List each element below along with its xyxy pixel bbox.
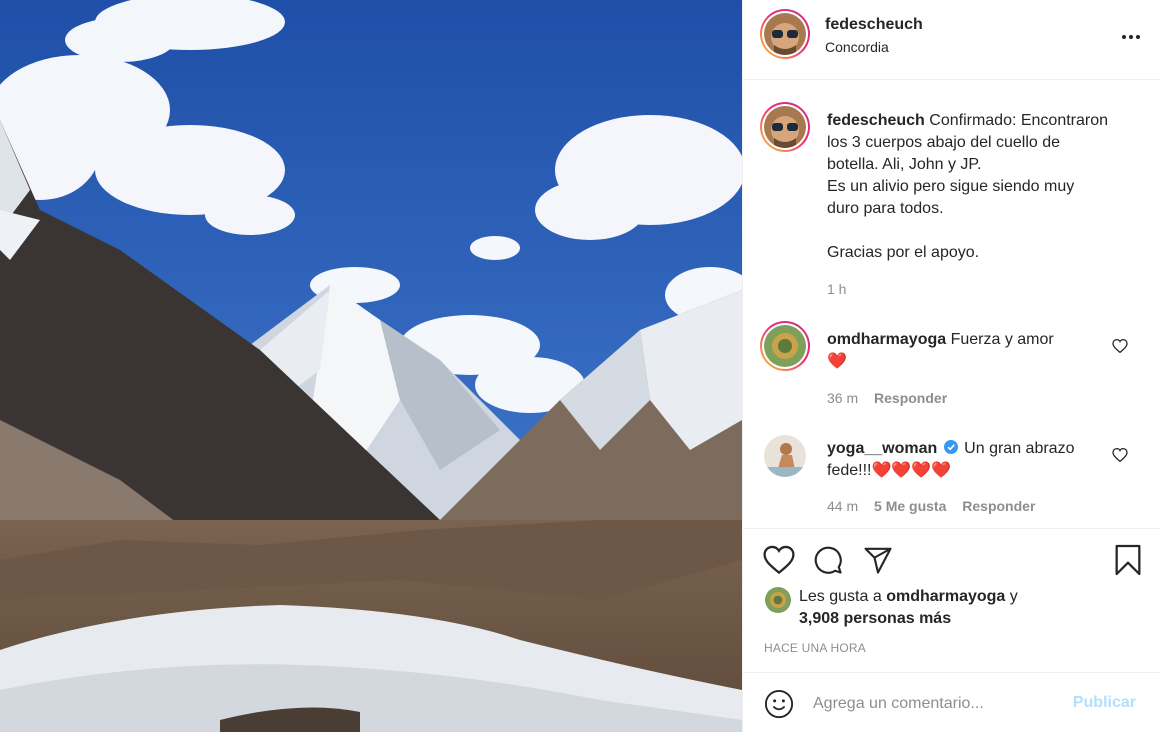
caption-line: Confirmado: Encontraron [929,112,1109,129]
heart-icon [763,545,795,575]
caption-line: botella. Ali, John y JP. [827,156,982,173]
add-comment-bar: Publicar [743,672,1159,732]
likes-prefix: Les gusta a [799,588,882,605]
caption-line: Gracias por el apoyo. [827,244,980,261]
caption-avatar[interactable] [760,102,810,152]
post-location[interactable]: Concordia [825,39,889,55]
comment-input[interactable] [813,691,1063,717]
post-timestamp[interactable]: HACE UNA HORA [764,641,866,655]
liker-username[interactable]: omdharmayoga [886,588,1005,605]
post-actions: Les gusta a omdharmayoga y 3,908 persona… [743,528,1159,660]
more-options-button[interactable] [1120,26,1142,48]
comment-meta: 36 m Responder [827,390,947,406]
caption-meta: 1 h [827,281,846,297]
liker-avatar[interactable] [765,587,791,613]
avatar-image [765,587,791,613]
caption-text: fedescheuch Confirmado: Encontraron los … [827,110,1127,264]
caption-line: duro para todos. [827,200,944,217]
caption-line: los 3 cuerpos abajo del cuello de [827,134,1061,151]
caption-username[interactable]: fedescheuch [827,112,925,129]
more-horizontal-icon [1122,35,1140,39]
comment-body: Un gran abrazo [964,440,1075,457]
avatar-image [764,13,806,55]
comment-username[interactable]: omdharmayoga [827,331,946,348]
avatar-image [764,435,806,477]
post-side-panel: fedescheuch Concordia fedescheuch Confir… [742,0,1159,732]
comment-body: Fuerza y amor [950,331,1054,348]
post-photo[interactable] [0,0,742,732]
reply-button[interactable]: Responder [874,390,947,406]
caption-time[interactable]: 1 h [827,281,846,297]
comment-time[interactable]: 44 m [827,498,858,514]
reply-button[interactable]: Responder [962,498,1035,514]
verified-badge-icon [943,439,958,454]
comment-like-button[interactable] [1112,447,1128,467]
like-button[interactable] [763,545,795,580]
avatar-image [764,106,806,148]
heart-icon [1112,447,1128,463]
emoji-icon [764,689,794,719]
share-button[interactable] [863,545,893,580]
comment-button[interactable] [813,545,843,580]
commenter-avatar[interactable] [764,435,806,477]
post-header: fedescheuch Concordia [743,0,1159,80]
comments-list[interactable]: fedescheuch Confirmado: Encontraron los … [743,80,1159,528]
comment-icon [814,546,842,574]
author-avatar[interactable] [760,9,810,59]
comment-meta: 44 m 5 Me gusta Responder [827,498,1035,514]
likes-others-count[interactable]: 3,908 personas más [799,610,951,627]
mountain-landscape-image [0,0,742,732]
save-button[interactable] [1114,544,1142,581]
comment-text: yoga__woman Un gran abrazo fede!!!❤️❤️❤️… [827,438,1127,482]
likes-joiner: y [1009,588,1018,605]
bookmark-icon [1115,544,1141,576]
comment-like-button[interactable] [1112,338,1128,358]
heart-emoji: ❤️ [827,353,847,370]
author-username[interactable]: fedescheuch [825,16,923,34]
comment-username[interactable]: yoga__woman [827,440,937,457]
avatar-image [764,325,806,367]
caption-line: Es un alivio pero sigue siendo muy [827,178,1075,195]
comment-time[interactable]: 36 m [827,390,858,406]
likes-summary: Les gusta a omdharmayoga y 3,908 persona… [799,586,1018,630]
emoji-button[interactable] [764,689,794,724]
comment-text: omdharmayoga Fuerza y amor ❤️ [827,329,1127,373]
publish-button[interactable]: Publicar [1073,694,1136,712]
heart-emoji: ❤️❤️❤️❤️ [871,462,952,479]
comment-body: fede!!! [827,462,872,479]
heart-icon [1112,338,1128,354]
commenter-avatar[interactable] [760,321,810,371]
send-icon [864,547,892,574]
comment-likes-count[interactable]: 5 Me gusta [874,498,946,514]
